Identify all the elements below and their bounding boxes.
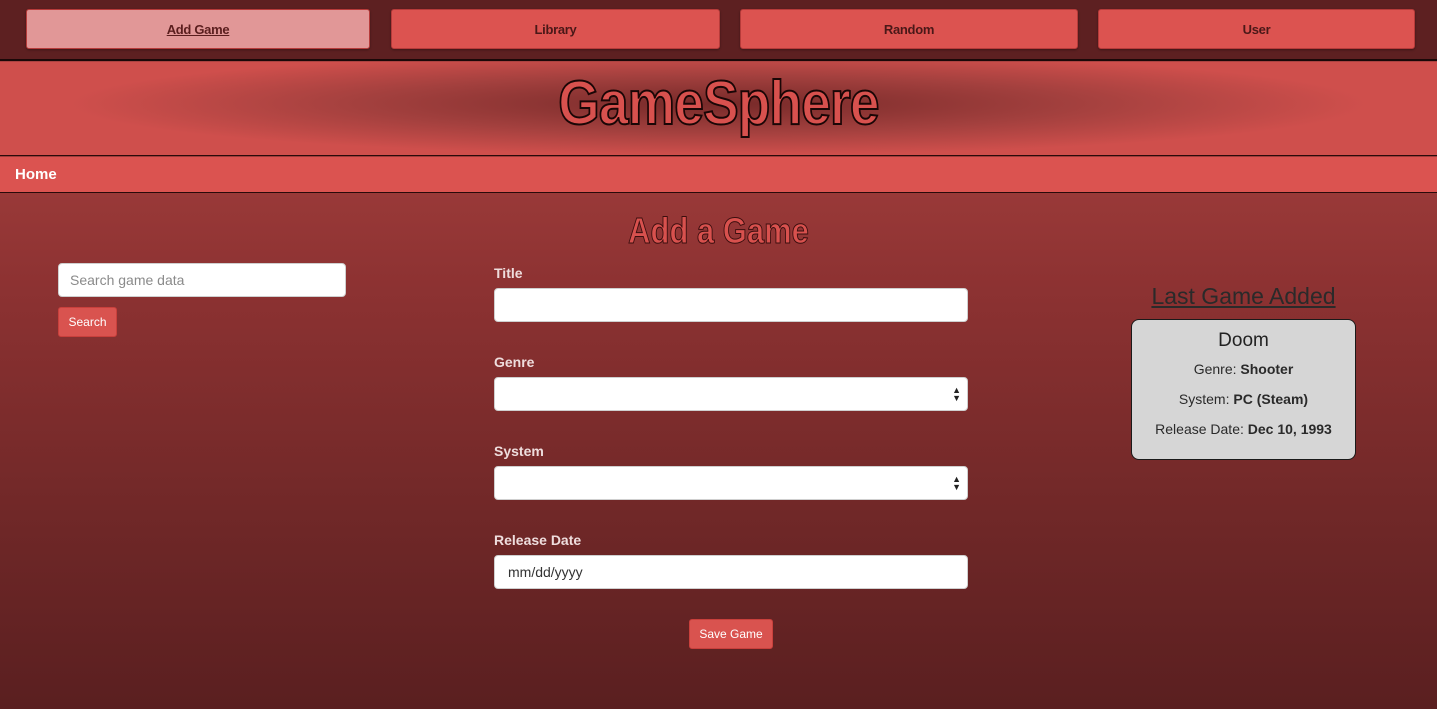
last-game-release: Release Date: Dec 10, 1993 [1132,421,1355,437]
last-game-title: Doom [1218,330,1269,351]
search-input[interactable] [58,263,346,297]
title-field[interactable] [494,288,968,322]
last-game-system: System: PC (Steam) [1132,391,1355,407]
nav-random-button[interactable]: Random [740,9,1078,49]
genre-key: Genre: [1193,361,1237,377]
genre-label: Genre [494,354,535,370]
select-arrows-icon: ▲ ▼ [952,385,961,403]
breadcrumb: Home [0,157,1437,193]
page-title: Add a Game [628,210,810,252]
release-key: Release Date: [1155,421,1244,437]
header-banner: GameSphere [0,62,1437,156]
site-logo[interactable]: GameSphere [101,68,1337,139]
save-game-button[interactable]: Save Game [689,619,773,649]
release-value: Dec 10, 1993 [1247,421,1332,437]
system-value: PC (Steam) [1233,391,1309,407]
top-nav: Add Game Library Random User [0,0,1437,61]
system-select[interactable]: ▲ ▼ [494,466,968,500]
breadcrumb-home-link[interactable]: Home [15,166,57,183]
genre-value: Shooter [1240,361,1294,377]
nav-library-button[interactable]: Library [391,9,720,49]
title-label: Title [494,265,523,281]
nav-user-button[interactable]: User [1098,9,1415,49]
nav-add-game-button[interactable]: Add Game [26,9,370,49]
genre-select[interactable]: ▲ ▼ [494,377,968,411]
release-date-field[interactable]: mm/dd/yyyy [494,555,968,589]
system-key: System: [1178,391,1230,407]
last-game-card: Doom Genre: Shooter System: PC (Steam) R… [1131,319,1356,460]
release-date-label: Release Date [494,532,582,548]
system-label: System [494,443,544,459]
select-arrows-icon: ▲ ▼ [952,474,961,492]
last-game-heading: Last Game Added [1151,283,1336,309]
last-game-genre: Genre: Shooter [1132,361,1355,377]
search-button[interactable]: Search [58,307,117,337]
